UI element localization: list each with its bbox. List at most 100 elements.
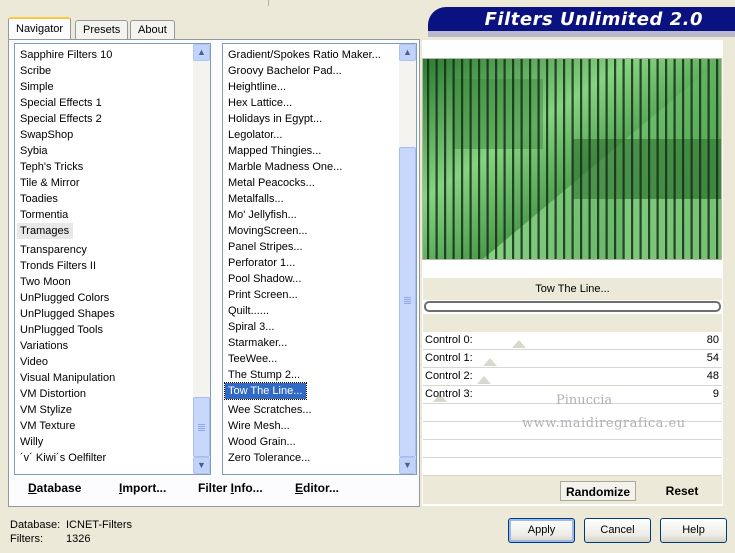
stripe <box>682 59 685 259</box>
progress-bar <box>424 301 721 312</box>
list-item[interactable]: VM Stylize <box>17 402 193 418</box>
stripe <box>588 59 591 259</box>
filter-scrollbar[interactable]: ▲ ▼ <box>399 44 416 474</box>
category-list[interactable]: Sapphire Filters 10 Scribe Simple Special E… <box>14 43 211 475</box>
stripe <box>580 59 583 259</box>
list-item[interactable]: Tramages <box>17 223 74 239</box>
list-item[interactable]: Special Effects 1 <box>17 95 193 111</box>
cancel-button[interactable]: Cancel <box>584 518 651 543</box>
tab-about[interactable]: About <box>130 20 175 39</box>
list-item[interactable]: Marble Madness One... <box>225 159 399 175</box>
list-item[interactable]: Tile & Mirror <box>17 175 193 191</box>
list-item[interactable]: Sapphire Filters 10 <box>17 47 193 63</box>
list-item[interactable]: Simple <box>17 79 193 95</box>
list-item[interactable]: Tormentia <box>17 207 193 223</box>
editor-button[interactable]: Editor... <box>291 477 343 499</box>
control-value: 9 <box>712 388 719 400</box>
list-item[interactable]: Spiral 3... <box>225 319 399 335</box>
list-item[interactable]: Gradient/Spokes Ratio Maker... <box>225 47 399 63</box>
list-item[interactable]: The Stump 2... <box>225 367 399 383</box>
control-row-0[interactable]: Control 0: 80 <box>423 332 722 350</box>
list-item[interactable]: Wire Mesh... <box>225 418 399 434</box>
list-item[interactable]: Sybia <box>17 143 193 159</box>
list-item[interactable]: VM Texture <box>17 418 193 434</box>
list-item[interactable]: Zero Tolerance... <box>225 450 399 466</box>
list-item[interactable]: Teph's Tricks <box>17 159 193 175</box>
list-item[interactable]: Hex Lattice... <box>225 95 399 111</box>
list-item[interactable]: ´v´ Kiwi´s Oelfilter <box>17 450 193 466</box>
list-row: Mapped Thingies... <box>223 143 399 159</box>
reset-button[interactable]: Reset <box>652 481 712 501</box>
list-item[interactable]: Metal Peacocks... <box>225 175 399 191</box>
list-item[interactable]: UnPlugged Shapes <box>17 306 193 322</box>
list-row: Metalfalls... <box>223 191 399 207</box>
list-item[interactable]: Toadies <box>17 191 193 207</box>
scroll-up-button[interactable]: ▲ <box>399 44 416 61</box>
grip-line <box>198 426 205 427</box>
scroll-thumb[interactable] <box>193 397 210 457</box>
list-item[interactable]: Wee Scratches... <box>225 402 399 418</box>
list-item[interactable]: Two Moon <box>17 274 193 290</box>
control-row-2[interactable]: Control 2: 48 <box>423 368 722 386</box>
randomize-button[interactable]: Randomize <box>560 481 636 501</box>
list-item[interactable]: UnPlugged Colors <box>17 290 193 306</box>
slider-marker[interactable] <box>512 340 526 348</box>
grip-line <box>198 430 205 431</box>
preview-stripes <box>427 59 719 259</box>
list-item[interactable]: Scribe <box>17 63 193 79</box>
stripe <box>554 59 557 259</box>
list-item[interactable]: Groovy Bachelor Pad... <box>225 63 399 79</box>
list-item[interactable]: Transparency <box>17 242 193 258</box>
list-row: ´v´ Kiwi´s Oelfilter <box>15 450 193 466</box>
list-item[interactable]: TeeWee... <box>225 351 399 367</box>
list-item[interactable]: Willy <box>17 434 193 450</box>
list-row: Two Moon <box>15 274 193 290</box>
help-button[interactable]: Help <box>660 518 727 543</box>
list-item[interactable]: Print Screen... <box>225 287 399 303</box>
scroll-up-button[interactable]: ▲ <box>193 44 210 61</box>
list-item[interactable]: Mo' Jellyfish... <box>225 207 399 223</box>
list-item[interactable]: Mapped Thingies... <box>225 143 399 159</box>
filter-info-button[interactable]: Filter Info... <box>194 477 267 499</box>
list-item[interactable]: Legolator... <box>225 127 399 143</box>
tab-presets[interactable]: Presets <box>75 20 129 39</box>
list-item[interactable]: Special Effects 2 <box>17 111 193 127</box>
stripe <box>673 59 676 259</box>
list-item[interactable]: Heightline... <box>225 79 399 95</box>
apply-button[interactable]: Apply <box>508 518 575 543</box>
list-item[interactable]: Tronds Filters II <box>17 258 193 274</box>
scroll-down-button[interactable]: ▼ <box>193 457 210 474</box>
list-item[interactable]: Perforator 1... <box>225 255 399 271</box>
grip-line <box>404 297 411 298</box>
database-button[interactable]: Database <box>24 477 85 499</box>
category-scrollbar[interactable]: ▲ ▼ <box>193 44 210 474</box>
list-item[interactable]: Visual Manipulation <box>17 370 193 386</box>
control-label: Control 2: <box>425 370 473 382</box>
list-item[interactable]: Metalfalls... <box>225 191 399 207</box>
scroll-down-button[interactable]: ▼ <box>399 457 416 474</box>
list-item[interactable]: Variations <box>17 338 193 354</box>
tab-navigator[interactable]: Navigator <box>8 17 72 39</box>
list-item[interactable]: VM Distortion <box>17 386 193 402</box>
control-row-1[interactable]: Control 1: 54 <box>423 350 722 368</box>
scroll-thumb[interactable] <box>399 147 416 457</box>
list-item[interactable]: Pool Shadow... <box>225 271 399 287</box>
filter-list[interactable]: Gradient/Spokes Ratio Maker... Groovy Bac… <box>222 43 417 475</box>
list-item[interactable]: Starmaker... <box>225 335 399 351</box>
list-item[interactable]: UnPlugged Tools <box>17 322 193 338</box>
slider-marker[interactable] <box>483 358 497 366</box>
list-item[interactable]: Video <box>17 354 193 370</box>
slider-marker[interactable] <box>477 376 491 384</box>
grip-line <box>404 299 411 300</box>
stripe <box>469 59 472 259</box>
list-item[interactable]: Wood Grain... <box>225 434 399 450</box>
list-item[interactable]: MovingScreen... <box>225 223 399 239</box>
status-filters-value: 1326 <box>66 533 91 545</box>
list-item[interactable]: Panel Stripes... <box>225 239 399 255</box>
list-item[interactable]: Holidays in Egypt... <box>225 111 399 127</box>
list-item[interactable]: Tow The Line... <box>223 382 308 400</box>
banner-title: Filters Unlimited 2.0 <box>484 9 703 30</box>
list-item[interactable]: SwapShop <box>17 127 193 143</box>
import-button[interactable]: Import... <box>115 477 170 499</box>
list-item[interactable]: Quilt...... <box>225 303 399 319</box>
